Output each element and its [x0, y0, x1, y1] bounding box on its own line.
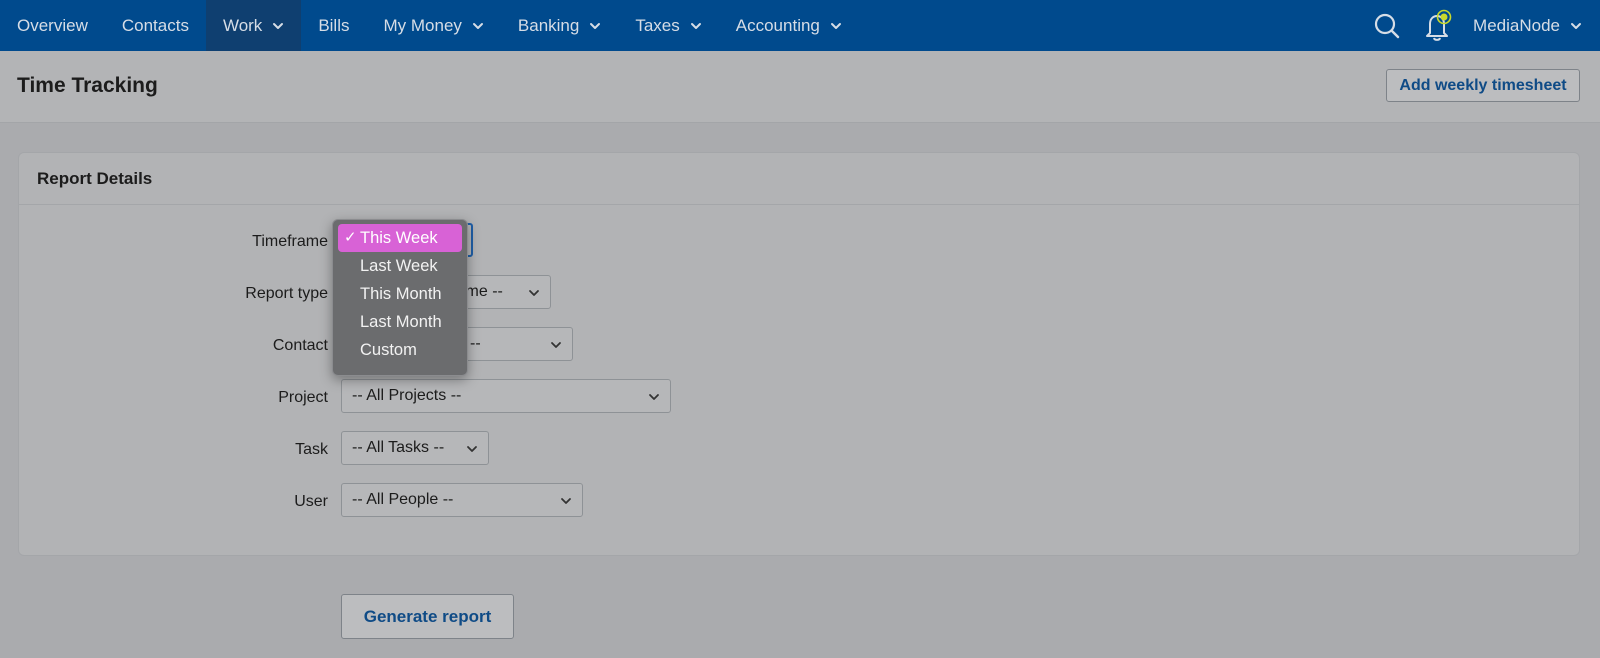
option-label: This Month — [360, 285, 442, 303]
nav-banking[interactable]: Banking — [501, 0, 618, 51]
generate-report-button[interactable]: Generate report — [341, 594, 514, 639]
add-weekly-timesheet-button[interactable]: Add weekly timesheet — [1386, 69, 1580, 102]
nav-contacts[interactable]: Contacts — [105, 0, 206, 51]
project-label: Project — [278, 389, 328, 406]
timeframe-option-last-month[interactable]: Last Month — [338, 308, 462, 336]
nav-bills-label: Bills — [318, 15, 350, 35]
report-type-label: Report type — [245, 285, 328, 302]
nav-accounting-label: Accounting — [735, 15, 820, 35]
chevron-down-icon — [561, 498, 571, 504]
chevron-down-icon — [1571, 22, 1581, 29]
task-value: -- All Tasks -- — [352, 439, 445, 456]
project-value: -- All Projects -- — [352, 387, 462, 404]
notifications-button[interactable] — [1417, 0, 1461, 51]
option-label: Custom — [360, 341, 417, 359]
nav-overview[interactable]: Overview — [0, 0, 105, 51]
nav-my-money-label: My Money — [383, 15, 462, 35]
user-label: User — [294, 493, 328, 510]
chevron-down-icon — [830, 22, 841, 29]
chevron-down-icon — [472, 22, 483, 29]
chevron-down-icon — [590, 22, 601, 29]
contact-label: Contact — [272, 337, 328, 354]
project-select[interactable]: -- All Projects -- — [341, 379, 671, 413]
nav-taxes-label: Taxes — [635, 15, 680, 35]
account-menu[interactable]: MediaNode — [1461, 16, 1600, 36]
bell-icon — [1426, 9, 1452, 41]
user-value: -- All People -- — [352, 491, 454, 508]
user-select[interactable]: -- All People -- — [341, 483, 583, 517]
option-label: This Week — [360, 229, 438, 247]
nav-work-label: Work — [222, 15, 263, 35]
top-navigation: Overview Contacts Work Bills My Money Ba… — [0, 0, 1600, 51]
nav-work[interactable]: Work — [205, 0, 302, 51]
chevron-down-icon — [273, 22, 284, 29]
task-label: Task — [295, 441, 328, 458]
timeframe-option-this-week[interactable]: ✓ This Week — [338, 224, 462, 252]
nav-banking-label: Banking — [517, 15, 580, 35]
nav-bills[interactable]: Bills — [301, 0, 366, 51]
search-button[interactable] — [1365, 0, 1409, 51]
nav-taxes[interactable]: Taxes — [618, 0, 718, 51]
contact-value: -- — [470, 335, 481, 352]
nav-overview-label: Overview — [17, 15, 88, 35]
timeframe-label: Timeframe — [252, 233, 328, 250]
chevron-down-icon — [529, 290, 539, 296]
search-icon — [1374, 13, 1400, 38]
timeframe-option-custom[interactable]: Custom — [338, 336, 462, 364]
timeframe-option-last-week[interactable]: Last Week — [338, 252, 462, 280]
chevron-down-icon — [690, 22, 701, 29]
report-type-value: ime -- — [462, 283, 503, 300]
option-label: Last Week — [360, 257, 438, 275]
chevron-down-icon — [551, 342, 561, 348]
card-title: Report Details — [19, 153, 1579, 205]
nav-my-money[interactable]: My Money — [366, 0, 500, 51]
chevron-down-icon — [467, 446, 477, 452]
timeframe-dropdown-menu: ✓ This Week Last Week This Month Last Mo… — [332, 219, 468, 376]
nav-contacts-label: Contacts — [121, 15, 189, 35]
checkmark-icon: ✓ — [344, 229, 357, 246]
nav-right-tools: MediaNode — [1365, 0, 1600, 51]
nav-accounting[interactable]: Accounting — [719, 0, 859, 51]
page-title: Time Tracking — [17, 74, 158, 97]
timeframe-option-this-month[interactable]: This Month — [338, 280, 462, 308]
page-header: Time Tracking Add weekly timesheet — [0, 51, 1600, 123]
option-label: Last Month — [360, 313, 442, 331]
chevron-down-icon — [649, 394, 659, 400]
task-select[interactable]: -- All Tasks -- — [341, 431, 489, 465]
account-name: MediaNode — [1473, 15, 1560, 35]
